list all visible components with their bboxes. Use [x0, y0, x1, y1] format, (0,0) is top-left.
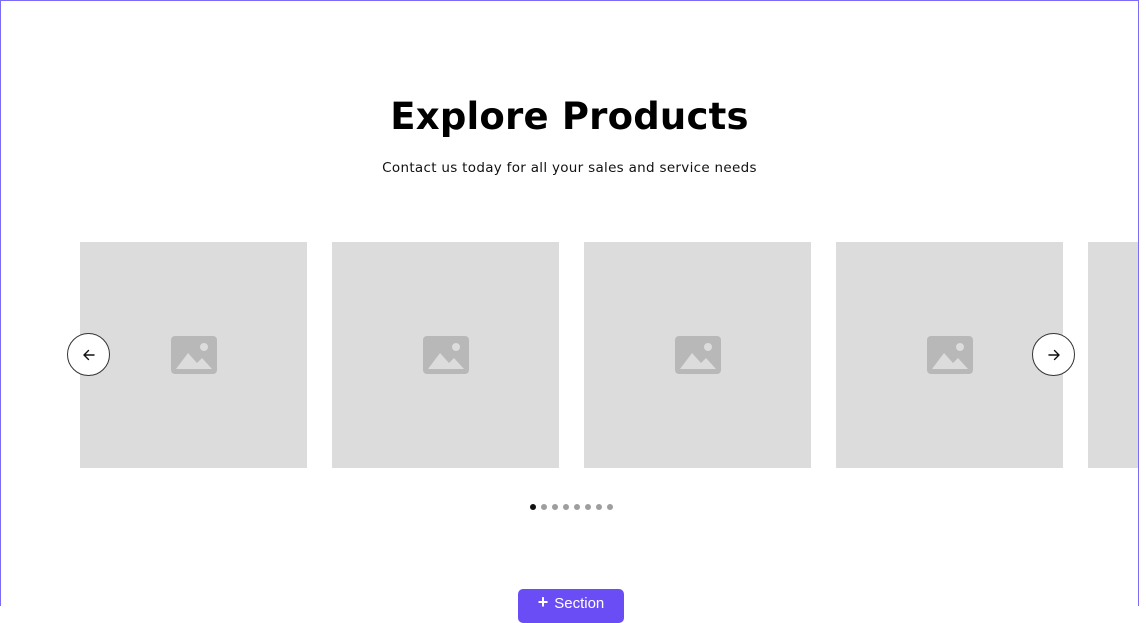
carousel-dot[interactable]	[574, 504, 580, 510]
carousel-next-button[interactable]	[1032, 333, 1075, 376]
plus-icon: +	[537, 592, 549, 612]
product-card[interactable]	[1088, 242, 1138, 468]
carousel-pagination	[530, 504, 613, 510]
page-title: Explore Products	[390, 95, 749, 138]
carousel-dot[interactable]	[541, 504, 547, 510]
carousel-dot[interactable]	[607, 504, 613, 510]
carousel-dot[interactable]	[596, 504, 602, 510]
carousel-dot[interactable]	[563, 504, 569, 510]
product-card[interactable]	[836, 242, 1063, 468]
product-card[interactable]	[584, 242, 811, 468]
image-placeholder-icon	[926, 336, 973, 374]
section-frame: Explore Products Contact us today for al…	[0, 0, 1139, 606]
carousel-prev-button[interactable]	[67, 333, 110, 376]
image-placeholder-icon	[170, 336, 217, 374]
page-subtitle: Contact us today for all your sales and …	[382, 160, 757, 176]
product-card[interactable]	[80, 242, 307, 468]
carousel-dot[interactable]	[552, 504, 558, 510]
carousel-dot[interactable]	[530, 504, 536, 510]
arrow-right-icon	[1047, 349, 1060, 360]
image-placeholder-icon	[422, 336, 469, 374]
scrollbar[interactable]	[1139, 0, 1146, 606]
arrow-left-icon	[82, 349, 95, 360]
product-card[interactable]	[332, 242, 559, 468]
image-placeholder-icon	[674, 336, 721, 374]
carousel-dot[interactable]	[585, 504, 591, 510]
add-section-button[interactable]: + Section	[518, 589, 624, 623]
add-section-label: Section	[554, 595, 605, 612]
